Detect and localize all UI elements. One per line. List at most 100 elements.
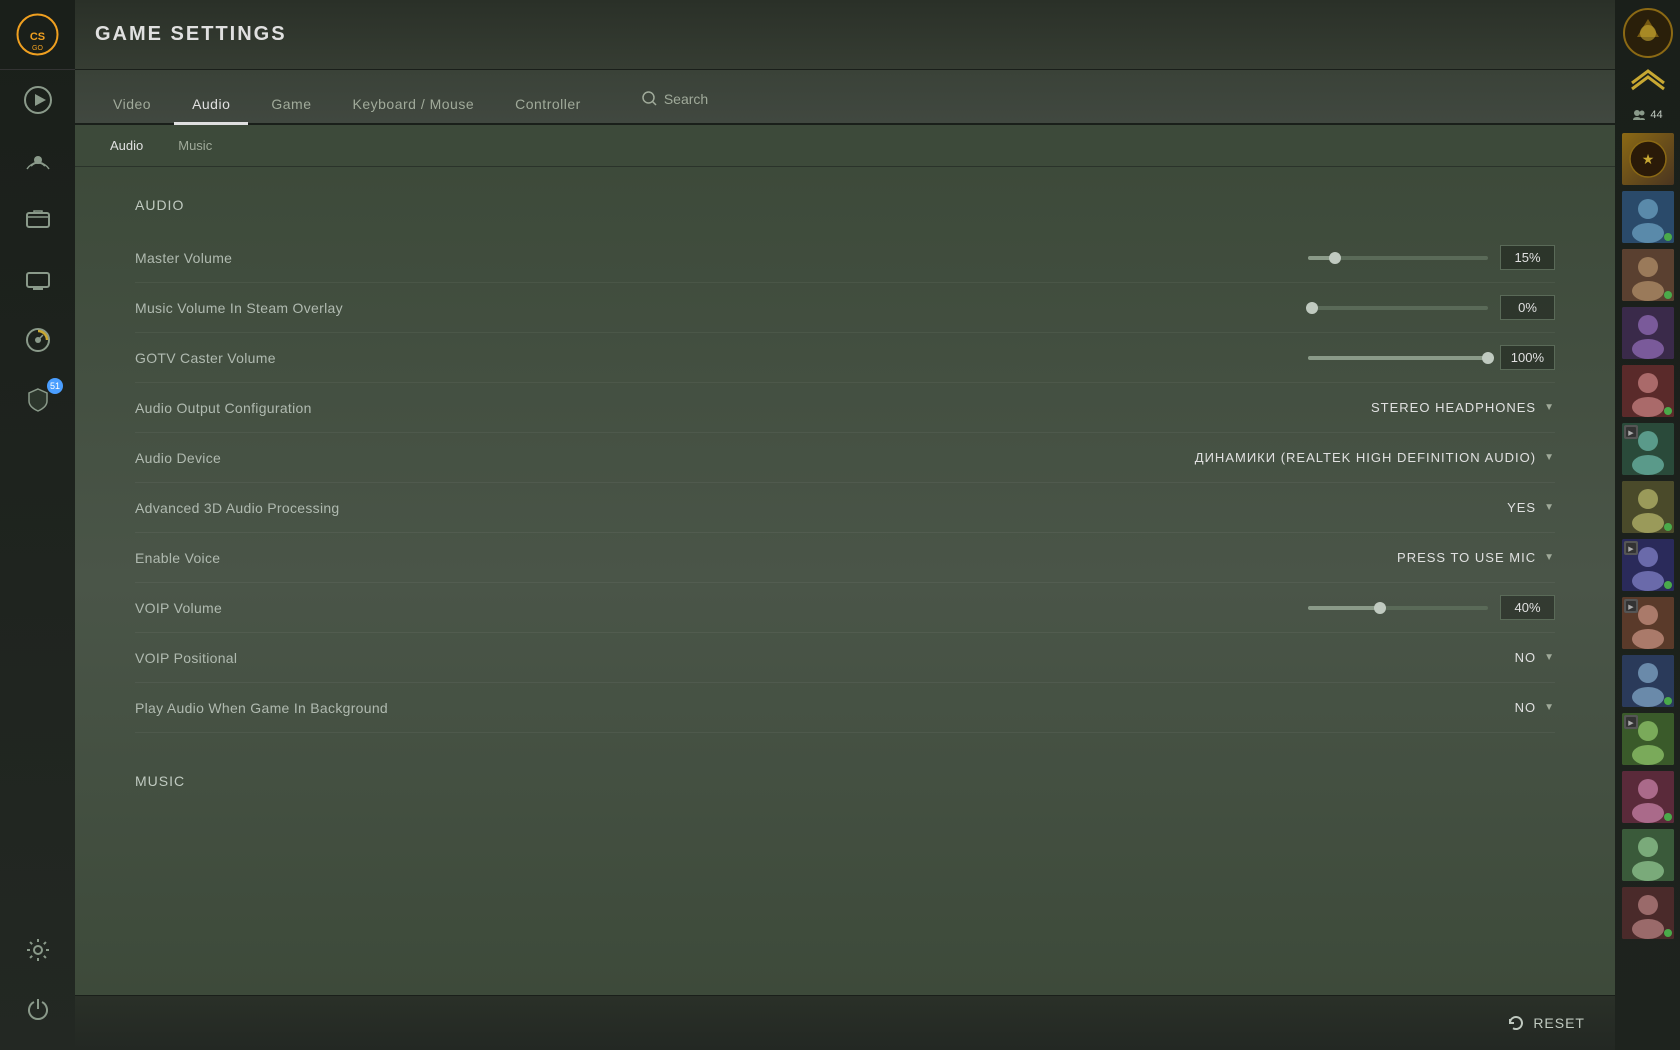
tab-game[interactable]: Game [253,86,329,125]
friend-avatar-11[interactable]: ▶ [1622,713,1674,765]
audio-device-arrow: ▼ [1544,452,1555,463]
svg-text:★: ★ [1641,151,1654,167]
sidebar-broadcast-icon[interactable] [0,130,75,190]
master-volume-slider-container: 15% [1308,245,1555,270]
rank-badge [1620,5,1675,60]
advanced-3d-audio-dropdown[interactable]: YES ▼ [1507,500,1555,515]
audio-output-config-control: STEREO HEADPHONES ▼ [515,400,1555,415]
play-audio-background-value: NO [1515,700,1537,715]
master-volume-control: 15% [515,245,1555,270]
bottom-bar: RESET [75,995,1615,1050]
enable-voice-control: PRESS TO USE MIC ▼ [515,550,1555,565]
voip-positional-arrow: ▼ [1544,652,1555,663]
tab-video[interactable]: Video [95,86,169,125]
play-audio-background-dropdown[interactable]: NO ▼ [1515,700,1555,715]
audio-output-config-row: Audio Output Configuration STEREO HEADPH… [135,383,1555,433]
voip-volume-control: 40% [515,595,1555,620]
audio-device-dropdown[interactable]: ДИНАМИКИ (REALTEK HIGH DEFINITION AUDIO)… [1195,450,1555,465]
friend-avatar-6[interactable]: ▶ [1622,423,1674,475]
avatar-7-online [1664,523,1672,531]
audio-output-config-dropdown[interactable]: STEREO HEADPHONES ▼ [1371,400,1555,415]
avatar-2-online [1664,233,1672,241]
audio-device-control: ДИНАМИКИ (REALTEK HIGH DEFINITION AUDIO)… [515,450,1555,465]
reset-button[interactable]: RESET [1507,1014,1585,1032]
sub-tabs: Audio Music [75,125,1615,167]
music-volume-overlay-control: 0% [515,295,1555,320]
friend-avatar-13[interactable] [1622,829,1674,881]
rank-chevrons [1628,63,1668,96]
friend-avatar-3[interactable] [1622,249,1674,301]
audio-device-label: Audio Device [135,450,515,466]
sidebar-inventory-icon[interactable] [0,190,75,250]
voip-volume-thumb[interactable] [1374,602,1386,614]
avatar-8-online [1664,581,1672,589]
voip-positional-control: NO ▼ [515,650,1555,665]
friend-avatar-7[interactable] [1622,481,1674,533]
advanced-3d-audio-label: Advanced 3D Audio Processing [135,500,515,516]
gotv-caster-volume-fill [1308,356,1488,360]
friend-avatar-4[interactable] [1622,307,1674,359]
tab-audio[interactable]: Audio [174,86,248,125]
gotv-caster-volume-thumb[interactable] [1482,352,1494,364]
tab-controller[interactable]: Controller [497,86,599,125]
sub-tab-music[interactable]: Music [163,130,227,161]
tab-keyboard-mouse[interactable]: Keyboard / Mouse [335,86,493,125]
master-volume-value: 15% [1500,245,1555,270]
search-label: Search [664,91,708,107]
advanced-3d-audio-value: YES [1507,500,1536,515]
sidebar-play-button[interactable] [0,70,75,130]
sidebar-settings-icon[interactable] [0,920,75,980]
play-audio-background-row: Play Audio When Game In Background NO ▼ [135,683,1555,733]
enable-voice-row: Enable Voice PRESS TO USE MIC ▼ [135,533,1555,583]
friend-avatar-2[interactable] [1622,191,1674,243]
svg-text:▶: ▶ [1628,604,1634,611]
master-volume-track[interactable] [1308,256,1488,260]
nav-search[interactable]: Search [624,81,726,117]
enable-voice-label: Enable Voice [135,550,515,566]
gotv-caster-volume-slider-container: 100% [1308,345,1555,370]
voip-positional-row: VOIP Positional NO ▼ [135,633,1555,683]
friends-count-value: 44 [1650,109,1662,121]
voip-volume-slider-container: 40% [1308,595,1555,620]
gotv-caster-volume-label: GOTV Caster Volume [135,350,515,366]
avatar-3-online [1664,291,1672,299]
voip-positional-dropdown[interactable]: NO ▼ [1515,650,1555,665]
friend-avatar-10[interactable] [1622,655,1674,707]
avatar-14-online [1664,929,1672,937]
music-volume-overlay-value: 0% [1500,295,1555,320]
music-volume-overlay-thumb[interactable] [1306,302,1318,314]
master-volume-thumb[interactable] [1329,252,1341,264]
voip-positional-value: NO [1515,650,1537,665]
enable-voice-arrow: ▼ [1544,552,1555,563]
friend-avatar-9[interactable]: ▶ [1622,597,1674,649]
friend-avatar-1[interactable]: ★ [1622,133,1674,185]
friend-avatar-5[interactable] [1622,365,1674,417]
audio-output-config-value: STEREO HEADPHONES [1371,400,1536,415]
voip-positional-label: VOIP Positional [135,650,515,666]
voip-volume-fill [1308,606,1380,610]
enable-voice-dropdown[interactable]: PRESS TO USE MIC ▼ [1397,550,1555,565]
friend-avatar-12[interactable] [1622,771,1674,823]
music-volume-overlay-label: Music Volume In Steam Overlay [135,300,515,316]
gotv-caster-volume-track[interactable] [1308,356,1488,360]
sidebar-tv-icon[interactable] [0,250,75,310]
audio-output-config-label: Audio Output Configuration [135,400,515,416]
left-sidebar: CS GO 51 [0,0,75,1050]
gotv-caster-volume-row: GOTV Caster Volume 100% [135,333,1555,383]
friend-avatar-14[interactable] [1622,887,1674,939]
advanced-3d-audio-arrow: ▼ [1544,502,1555,513]
sidebar-stats-icon[interactable] [0,310,75,370]
sidebar-power-icon[interactable] [0,980,75,1040]
sub-tab-audio[interactable]: Audio [95,130,158,161]
voip-volume-track[interactable] [1308,606,1488,610]
music-volume-overlay-slider-container: 0% [1308,295,1555,320]
nav-tabs: Video Audio Game Keyboard / Mouse Contro… [75,70,1615,125]
friend-avatar-8[interactable]: ▶ [1622,539,1674,591]
audio-section-title: Audio [135,197,1555,213]
main-area: GAME SETTINGS Video Audio Game Keyboard … [75,0,1615,1050]
right-panel: 44 ★ ▶ [1615,0,1680,1050]
music-volume-overlay-track[interactable] [1308,306,1488,310]
svg-text:▶: ▶ [1628,546,1634,553]
csgo-logo[interactable]: CS GO [0,0,75,70]
sidebar-shield-icon[interactable]: 51 [0,370,75,430]
